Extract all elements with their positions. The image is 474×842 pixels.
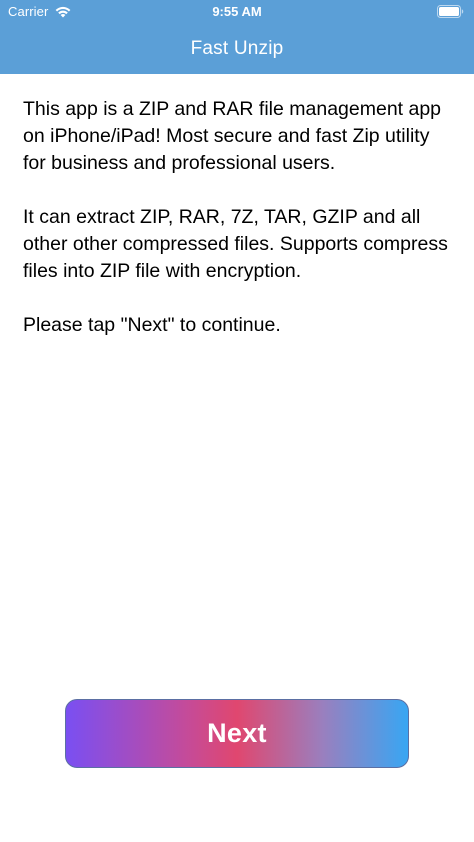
next-button-label: Next bbox=[207, 718, 267, 748]
app-screen: Carrier 9:55 AM Fast Unzip This app is a… bbox=[0, 0, 474, 842]
intro-paragraph-instruction: Please tap "Next" to continue. bbox=[23, 314, 281, 336]
intro-text: This app is a ZIP and RAR file managemen… bbox=[23, 96, 455, 339]
status-bar: Carrier 9:55 AM bbox=[0, 0, 474, 24]
nav-title: Fast Unzip bbox=[190, 38, 284, 59]
navigation-bar: Fast Unzip bbox=[0, 24, 474, 74]
intro-paragraph-features: It can extract ZIP, RAR, 7Z, TAR, GZIP a… bbox=[23, 206, 448, 282]
battery-full-icon bbox=[437, 5, 464, 18]
header: Carrier 9:55 AM Fast Unzip bbox=[0, 0, 474, 74]
next-button[interactable]: Next bbox=[65, 699, 409, 768]
status-time: 9:55 AM bbox=[212, 4, 262, 19]
intro-paragraph-description: This app is a ZIP and RAR file managemen… bbox=[23, 98, 442, 174]
